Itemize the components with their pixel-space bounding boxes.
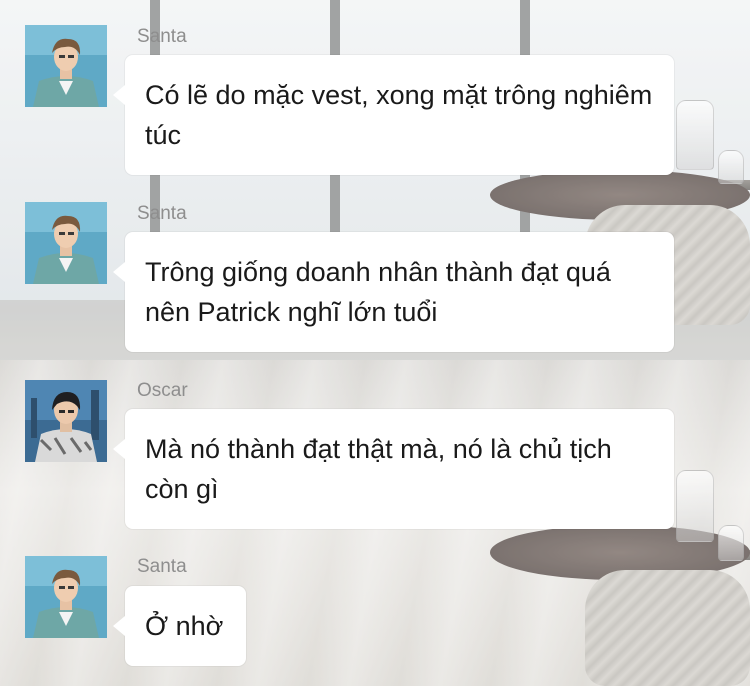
sender-name: Oscar [137,380,188,401]
message-bubble[interactable]: Mà nó thành đạt thật mà, nó là chủ tịch … [113,409,674,529]
message-text: Có lẽ do mặc vest, xong mặt trông nghiêm… [145,80,653,150]
sender-name: Santa [137,26,187,47]
santa-avatar-icon[interactable] [25,202,107,284]
sender-name: Santa [137,203,187,224]
chat-thread: Santa Có lẽ do mặc vest, xong mặt trông … [0,0,750,686]
oscar-avatar-icon[interactable] [25,380,107,462]
sender-name: Santa [137,556,187,577]
message-text: Ở nhờ [145,611,224,641]
santa-avatar-icon[interactable] [25,556,107,638]
message-text: Mà nó thành đạt thật mà, nó là chủ tịch … [145,434,612,504]
message-text: Trông giống doanh nhân thành đạt quá nên… [145,257,611,327]
message-bubble[interactable]: Có lẽ do mặc vest, xong mặt trông nghiêm… [113,55,674,175]
santa-avatar-icon[interactable] [25,25,107,107]
message-bubble[interactable]: Ở nhờ [113,586,246,666]
message-bubble[interactable]: Trông giống doanh nhân thành đạt quá nên… [113,232,674,352]
